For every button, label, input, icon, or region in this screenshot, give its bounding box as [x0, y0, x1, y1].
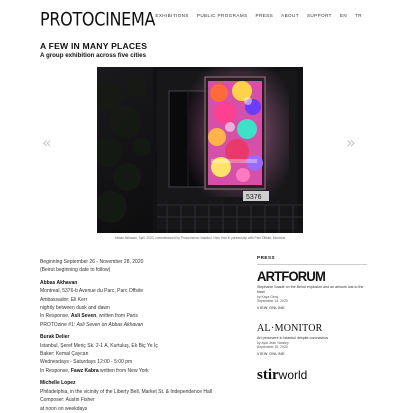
artist-location: Philadelphia, in the vicinity of the Lib…	[40, 388, 213, 395]
response-author-link[interactable]: Fawz Kabra	[71, 368, 99, 374]
nav-lang-tr[interactable]: TR	[355, 13, 362, 18]
press-date: September 14, 2020	[257, 299, 288, 303]
artist-schedule: Wednesdays - Saturdays 12:00 - 5:00 pm	[40, 359, 133, 366]
press-blurb: Stephanie Saadé on the Beirut explosion …	[257, 285, 364, 294]
response-author-link[interactable]: Asli Seven	[71, 313, 96, 319]
double-chevron-left-icon[interactable]: «	[42, 133, 52, 152]
stirworld-logo[interactable]: stirworld	[257, 368, 367, 383]
press-item: AL·MONITOR Art persevere in Istanbul des…	[257, 323, 367, 357]
svg-text:5376: 5376	[246, 194, 262, 201]
nav-exhibitions[interactable]: EXHIBITIONS	[155, 13, 189, 18]
press-divider	[257, 264, 367, 265]
main-nav: EXHIBITIONS PUBLIC PROGRAMS PRESS ABOUT …	[155, 13, 362, 18]
exhibition-details: Beginning September 26 - November 28, 20…	[40, 258, 240, 413]
nav-about[interactable]: ABOUT	[281, 13, 299, 18]
night-window-artwork-image: 5376	[97, 67, 303, 233]
view-online-link[interactable]: VIEW ONLINE	[257, 306, 367, 310]
artist-name[interactable]: Abbas Akhavan	[40, 280, 77, 286]
artist-name[interactable]: Burak Delier	[40, 334, 69, 340]
artist-ambassador: Ambassador: Eli Kerr	[40, 296, 88, 303]
artist-location: Istanbul, Şeref Meriç Sk. 2-1 A, Kurtulu…	[40, 342, 158, 349]
press-heading: PRESS	[257, 255, 276, 260]
artist-composer: Composer: Austin Fisher	[40, 397, 95, 404]
double-chevron-right-icon[interactable]: »	[346, 133, 356, 152]
artist-baker: Baker: Kemal Çaycan	[40, 351, 89, 358]
nav-lang-en[interactable]: EN	[340, 13, 347, 18]
protocinema-logo[interactable]: PROTOCINEMA	[40, 8, 155, 30]
nav-support[interactable]: SUPPORT	[307, 13, 332, 18]
press-sidebar: PRESS ARTFORUM Stephanie Saadé on the Be…	[257, 255, 367, 383]
artist-schedule: nightly between dusk and dawn	[40, 305, 110, 312]
nav-public-programs[interactable]: PUBLIC PROGRAMS	[197, 13, 248, 18]
artist-response: In Response, Fawz Kabra written from New…	[40, 367, 149, 374]
artist-schedule: at noon on weekdays	[40, 405, 88, 412]
exhibition-subtitle: A group exhibition across five cities	[40, 52, 147, 59]
artist-name[interactable]: Michelle Lopez	[40, 380, 76, 386]
press-date: September 19, 2020	[257, 345, 288, 349]
artforum-logo[interactable]: ARTFORUM	[257, 270, 367, 284]
press-item: ARTFORUM Stephanie Saadé on the Beirut e…	[257, 270, 367, 310]
exhibition-dates: Beginning September 26 - November 28, 20…	[40, 259, 144, 265]
nav-press[interactable]: PRESS	[256, 13, 274, 18]
exhibition-photo: 5376	[97, 67, 303, 233]
press-item: stirworld	[257, 368, 367, 383]
exhibition-dates-note: (Beirut beginning date to follow)	[40, 267, 111, 274]
photo-caption: Abbas Akhavan, Spill, 2020, commissioned…	[114, 236, 286, 240]
artist-location: Montreal, 5376-b Avenue du Parc, Parc Of…	[40, 288, 144, 295]
al-monitor-logo[interactable]: AL·MONITOR	[257, 323, 367, 334]
view-online-link[interactable]: VIEW ONLINE	[257, 352, 367, 356]
protozine-line: PROTOzine #1: Asli Seven on Abbas Akhava…	[40, 321, 144, 328]
artist-response: In Response, Asli Seven, written from Pa…	[40, 313, 138, 320]
exhibition-title: A FEW IN MANY PLACES	[40, 41, 148, 51]
protozine-link[interactable]: Asli Seven on Abbas Akhavan	[77, 322, 144, 328]
